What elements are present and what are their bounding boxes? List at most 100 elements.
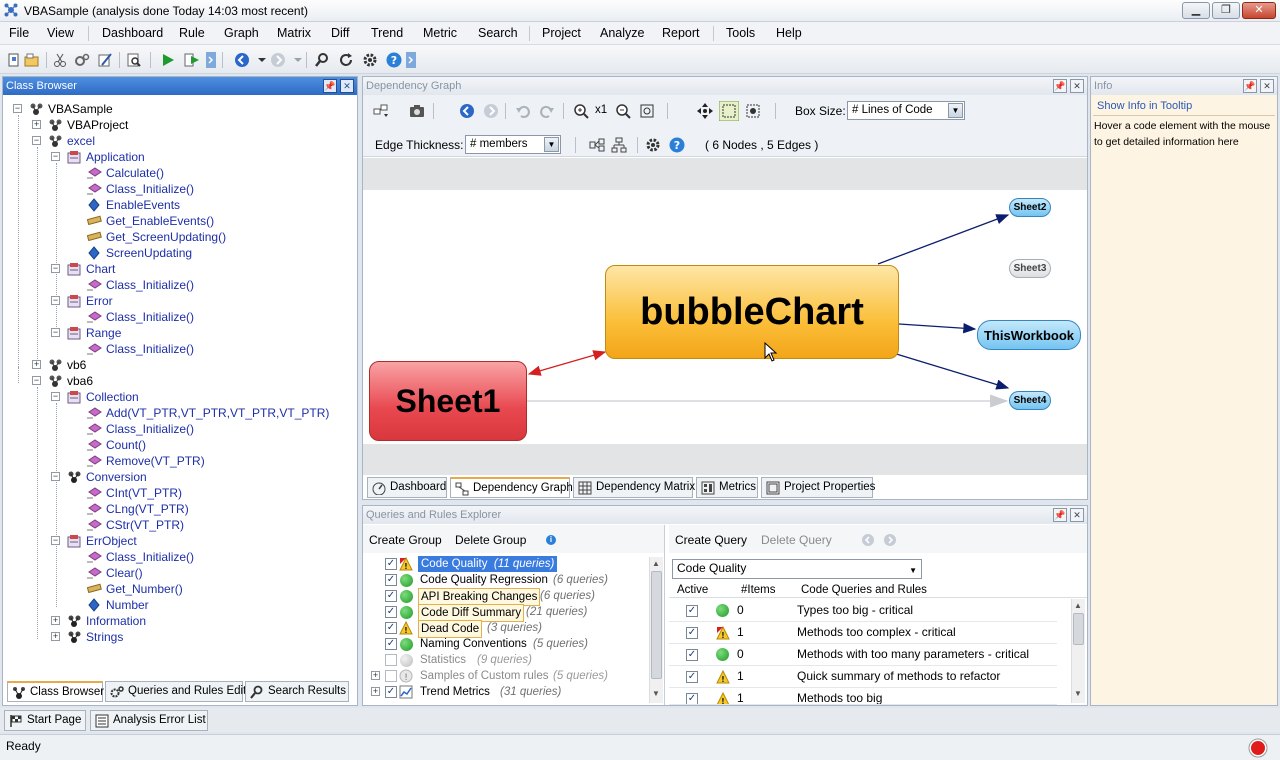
redo-icon[interactable] <box>539 103 555 119</box>
collapse-icon[interactable]: − <box>51 296 60 305</box>
tab-analysis-error-list[interactable]: Analysis Error List <box>90 710 208 731</box>
hierarchy-icon[interactable] <box>611 137 627 153</box>
collapse-icon[interactable]: − <box>32 136 41 145</box>
back-icon[interactable] <box>234 52 250 68</box>
toolbar-overflow-icon[interactable] <box>206 52 222 68</box>
menu-trend[interactable]: Trend <box>371 26 403 40</box>
menu-search[interactable]: Search <box>478 26 518 40</box>
create-query-button[interactable]: Create Query <box>675 533 747 547</box>
layout-icon[interactable] <box>373 103 389 119</box>
expand-icon[interactable]: + <box>32 120 41 129</box>
menu-view[interactable]: View <box>47 26 74 40</box>
close-panel-icon[interactable]: ✕ <box>340 79 354 93</box>
group-checkbox[interactable]: ✓ <box>385 590 397 602</box>
collapse-icon[interactable]: − <box>51 536 60 545</box>
forward-icon[interactable] <box>883 533 897 547</box>
query-row[interactable]: ✓ ! 1 Quick summary of methods to refact… <box>669 666 1057 688</box>
menu-analyze[interactable]: Analyze <box>600 26 644 40</box>
tab-search-results[interactable]: Search Results <box>245 681 349 702</box>
minimize-button[interactable]: ▁ <box>1182 2 1210 19</box>
node-sheet2[interactable]: Sheet2 <box>1009 198 1051 217</box>
gear-icon[interactable] <box>645 137 661 153</box>
column-active[interactable]: Active <box>677 582 708 598</box>
close-window-button[interactable]: ✕ <box>1242 2 1276 19</box>
edit-icon[interactable] <box>97 52 113 68</box>
box-size-select[interactable]: # Lines of Code ▼ <box>847 101 965 120</box>
forward-icon[interactable] <box>483 103 499 119</box>
group-checkbox[interactable] <box>385 654 397 666</box>
find-icon[interactable] <box>314 52 330 68</box>
group-checkbox[interactable]: ✓ <box>385 606 397 618</box>
pin-icon[interactable]: 📌 <box>323 79 337 93</box>
query-row[interactable]: ✓ 0 Types too big - critical <box>669 600 1057 622</box>
scroll-down-icon[interactable]: ▼ <box>1074 689 1082 698</box>
tab-dashboard[interactable]: Dashboard <box>367 477 447 498</box>
query-checkbox[interactable]: ✓ <box>686 627 698 639</box>
run-step-icon[interactable] <box>184 52 200 68</box>
delete-query-button[interactable]: Delete Query <box>761 533 832 547</box>
query-checkbox[interactable]: ✓ <box>686 671 698 683</box>
menu-graph[interactable]: Graph <box>224 26 259 40</box>
query-checkbox[interactable]: ✓ <box>686 605 698 617</box>
zoom-out-icon[interactable] <box>615 103 631 119</box>
collapse-icon[interactable]: − <box>51 152 60 161</box>
query-row[interactable]: ✓ ! 1 Methods too complex - critical <box>669 622 1057 644</box>
close-panel-icon[interactable]: ✕ <box>1260 79 1274 93</box>
help-icon[interactable]: ? <box>386 52 402 68</box>
new-project-icon[interactable] <box>6 52 22 68</box>
collapse-icon[interactable]: − <box>51 472 60 481</box>
zoom-reset-button[interactable]: x1 <box>595 104 607 116</box>
record-icon[interactable] <box>1248 738 1268 758</box>
menu-metric[interactable]: Metric <box>423 26 457 40</box>
settings-gears-icon[interactable] <box>74 52 90 68</box>
pin-icon[interactable]: 📌 <box>1053 79 1067 93</box>
node-sheet4[interactable]: Sheet4 <box>1009 391 1051 410</box>
queries-scrollbar[interactable]: ▲ ▼ <box>1071 599 1085 703</box>
back-icon[interactable] <box>861 533 875 547</box>
column-query-name[interactable]: Code Queries and Rules <box>801 582 927 598</box>
run-analysis-icon[interactable] <box>160 52 176 68</box>
tab-class-browser[interactable]: Class Browser <box>7 681 104 702</box>
expand-icon[interactable]: + <box>51 632 60 641</box>
show-info-tooltip-link[interactable]: Show Info in Tooltip <box>1097 100 1192 112</box>
node-sheet3[interactable]: Sheet3 <box>1009 259 1051 278</box>
query-row[interactable]: ✓ ! 1 Methods too big <box>669 688 1057 705</box>
tab-queries-rules-edit[interactable]: Queries and Rules Edit <box>105 681 246 702</box>
back-dropdown-icon[interactable] <box>254 52 270 68</box>
forward-icon[interactable] <box>270 52 286 68</box>
group-checkbox[interactable]: ✓ <box>385 574 397 586</box>
group-checkbox[interactable]: ✓ <box>385 558 397 570</box>
group-checkbox[interactable]: ✓ <box>385 638 397 650</box>
back-icon[interactable] <box>459 103 475 119</box>
menu-help[interactable]: Help <box>776 26 802 40</box>
expand-icon[interactable]: + <box>371 671 380 680</box>
collapse-icon[interactable]: − <box>13 104 22 113</box>
cluster-icon[interactable] <box>589 137 605 153</box>
select-region-icon[interactable] <box>745 103 761 119</box>
open-project-icon[interactable] <box>24 52 40 68</box>
pin-icon[interactable]: 📌 <box>1243 79 1257 93</box>
scroll-up-icon[interactable]: ▲ <box>652 559 660 568</box>
pin-icon[interactable]: 📌 <box>1053 508 1067 522</box>
close-panel-icon[interactable]: ✕ <box>1070 79 1084 93</box>
menu-file[interactable]: File <box>9 26 29 40</box>
graph-canvas[interactable]: bubbleChart Sheet1 Sheet2 Sheet3 ThisWor… <box>363 190 1087 444</box>
collapse-icon[interactable]: − <box>32 376 41 385</box>
scrollbar-thumb[interactable] <box>1073 613 1084 645</box>
scissors-icon[interactable] <box>52 52 68 68</box>
create-group-button[interactable]: Create Group <box>369 533 442 547</box>
undo-icon[interactable] <box>515 103 531 119</box>
query-row[interactable]: ✓ 0 Methods with too many parameters - c… <box>669 644 1057 666</box>
delete-group-button[interactable]: Delete Group <box>455 533 526 547</box>
menu-matrix[interactable]: Matrix <box>277 26 311 40</box>
toolbar-overflow-icon[interactable] <box>406 52 422 68</box>
close-panel-icon[interactable]: ✕ <box>1070 508 1084 522</box>
expand-icon[interactable]: + <box>32 360 41 369</box>
expand-icon[interactable]: + <box>371 687 380 696</box>
scrollbar-thumb[interactable] <box>651 571 662 679</box>
select-icon[interactable] <box>719 101 739 121</box>
scroll-up-icon[interactable]: ▲ <box>1074 601 1082 610</box>
move-icon[interactable] <box>697 103 713 119</box>
expand-icon[interactable]: + <box>51 616 60 625</box>
camera-icon[interactable] <box>409 103 425 119</box>
